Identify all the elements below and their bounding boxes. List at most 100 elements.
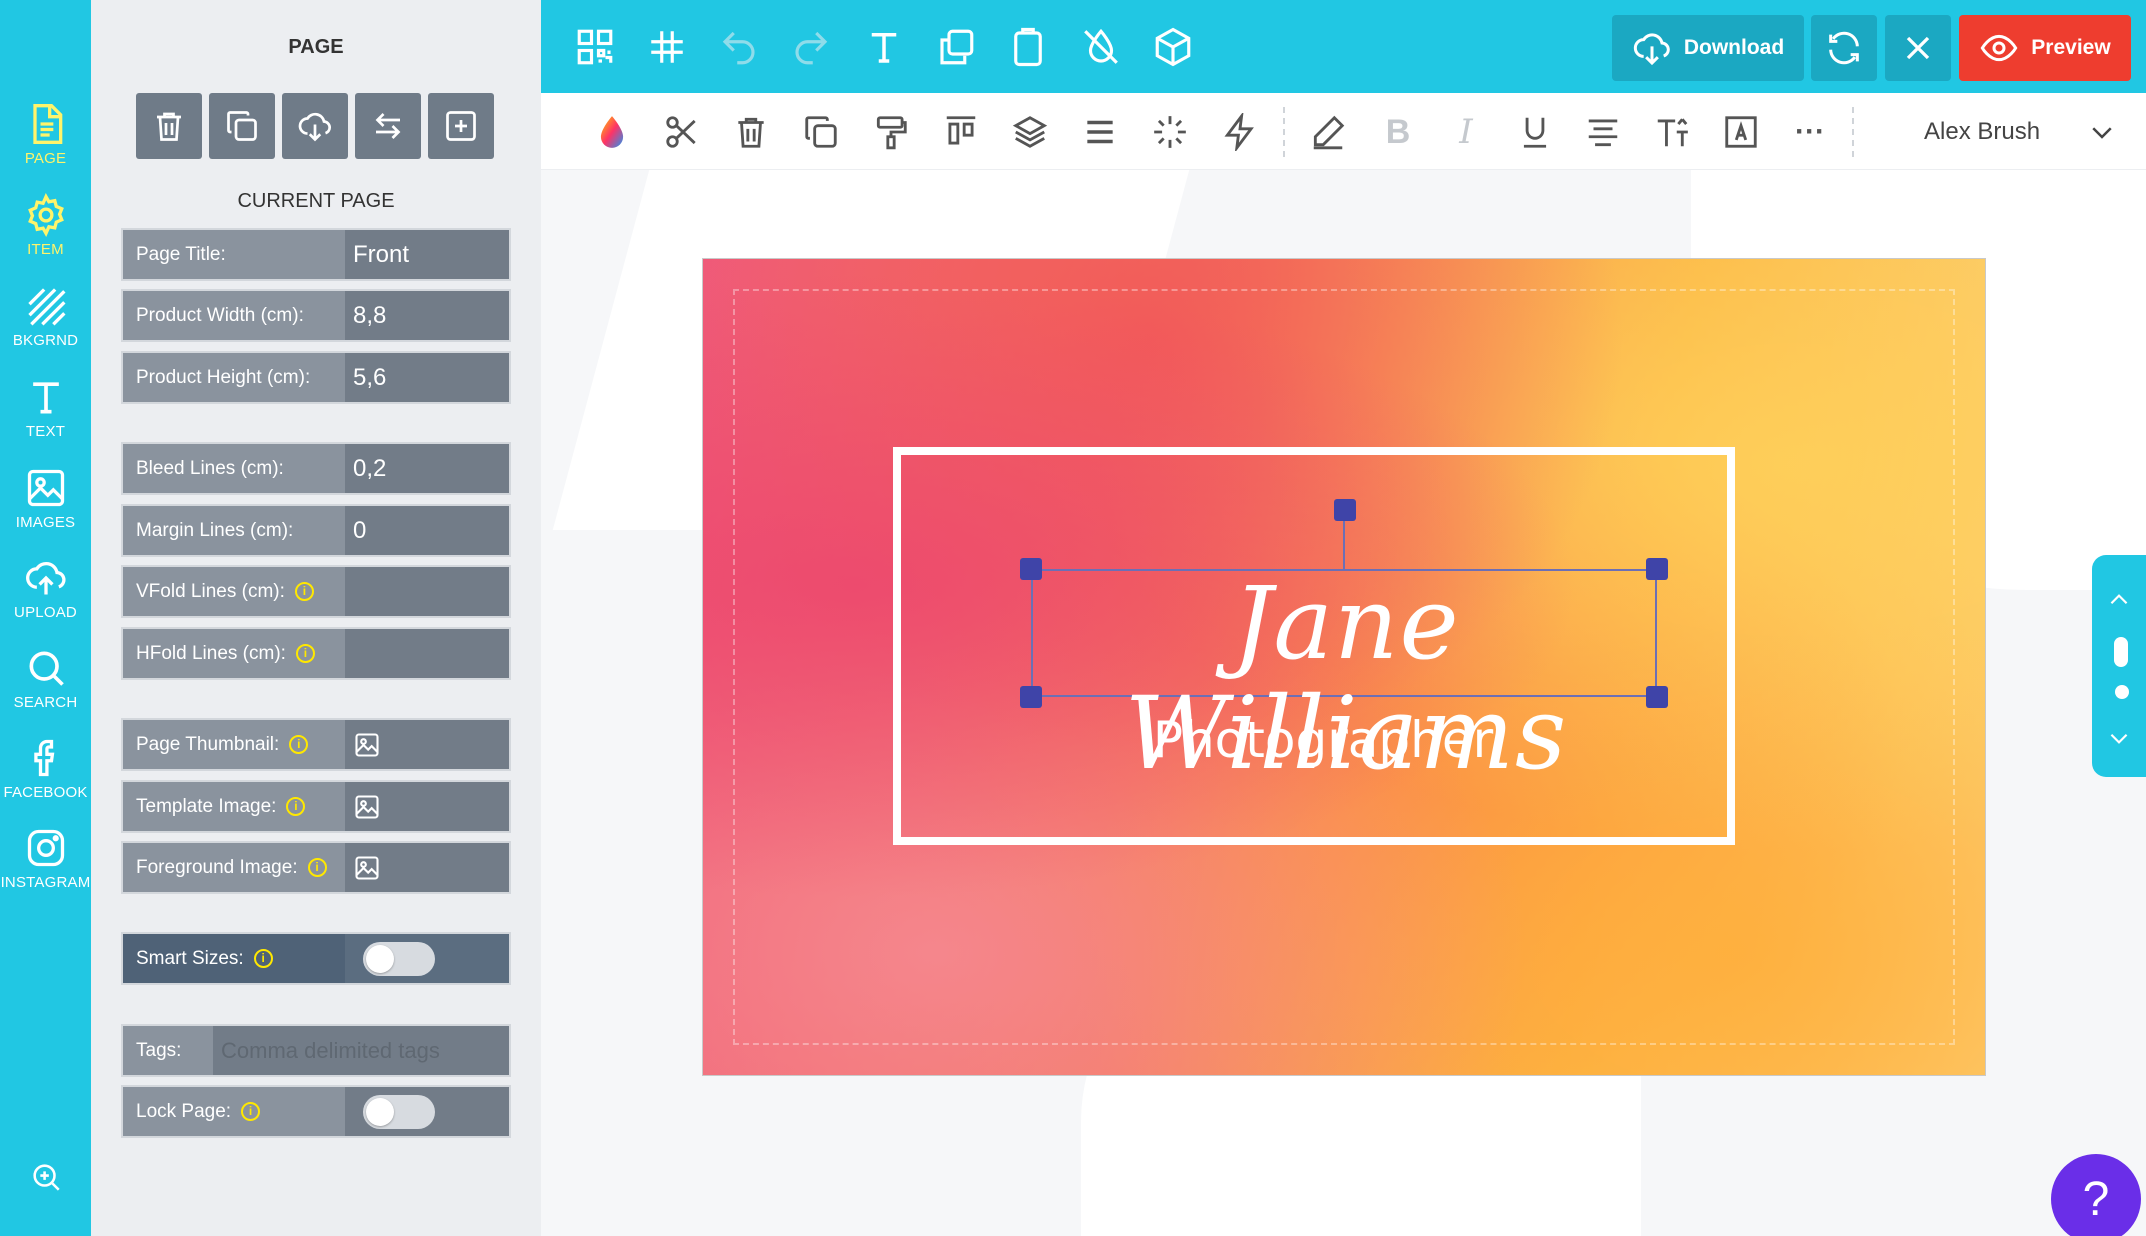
product-width-input[interactable]: 8,8 bbox=[345, 291, 509, 340]
download-button[interactable]: Download bbox=[1612, 15, 1804, 81]
rail-item-item[interactable]: ITEM bbox=[0, 193, 91, 283]
text-box-button[interactable] bbox=[1718, 109, 1764, 155]
close-button[interactable] bbox=[1885, 15, 1951, 81]
bleed-lines-input[interactable]: 0,2 bbox=[345, 444, 509, 493]
help-button[interactable]: ? bbox=[2051, 1154, 2141, 1236]
edit-text-button[interactable] bbox=[1305, 109, 1351, 155]
qr-code-button[interactable] bbox=[570, 22, 620, 72]
rail-label: IMAGES bbox=[15, 514, 76, 531]
line-spacing-button[interactable] bbox=[1077, 109, 1123, 155]
smart-sizes-toggle[interactable] bbox=[363, 941, 435, 976]
toggle-knob bbox=[366, 944, 394, 973]
add-shape-button[interactable] bbox=[931, 22, 981, 72]
quick-action-button[interactable] bbox=[1217, 109, 1263, 155]
rail-item-background[interactable]: BKGRND bbox=[0, 284, 91, 374]
template-image-picker[interactable] bbox=[345, 782, 509, 831]
foreground-image-picker[interactable] bbox=[345, 843, 509, 892]
3d-box-button[interactable] bbox=[1148, 22, 1198, 72]
delete-page-button[interactable] bbox=[136, 93, 202, 159]
no-drop-button[interactable] bbox=[1076, 22, 1126, 72]
lock-page-field: Lock Page: i bbox=[121, 1085, 511, 1138]
add-text-button[interactable] bbox=[859, 22, 909, 72]
text-size-button[interactable] bbox=[1649, 109, 1695, 155]
download-page-button[interactable] bbox=[282, 93, 348, 159]
redo-button[interactable] bbox=[786, 22, 836, 72]
scroll-thumb[interactable] bbox=[2114, 637, 2128, 667]
layers-icon bbox=[1012, 116, 1048, 148]
info-icon[interactable]: i bbox=[307, 858, 327, 877]
page-title-input[interactable]: Front bbox=[345, 230, 509, 279]
hfold-lines-field: HFold Lines (cm): i bbox=[121, 627, 511, 680]
rail-item-search[interactable]: SEARCH bbox=[0, 646, 91, 736]
scroll-dot[interactable] bbox=[2115, 685, 2129, 699]
align-top-button[interactable] bbox=[938, 109, 984, 155]
vfold-lines-input[interactable] bbox=[345, 567, 509, 616]
page-title-field: Page Title: Front bbox=[121, 228, 511, 281]
toolbar-separator bbox=[1283, 107, 1285, 157]
info-icon[interactable]: i bbox=[289, 735, 309, 754]
rail-item-images[interactable]: IMAGES bbox=[0, 466, 91, 556]
duplicate-page-button[interactable] bbox=[209, 93, 275, 159]
rail-item-page[interactable]: PAGE bbox=[0, 102, 91, 192]
info-icon[interactable]: i bbox=[241, 1102, 261, 1121]
page-thumbnail-picker[interactable] bbox=[345, 720, 509, 769]
italic-button[interactable]: I bbox=[1443, 109, 1489, 155]
more-button[interactable]: ··· bbox=[1787, 109, 1833, 155]
refresh-button[interactable] bbox=[1811, 15, 1877, 81]
grid-button[interactable] bbox=[642, 22, 692, 72]
rail-item-facebook[interactable]: FACEBOOK bbox=[0, 736, 91, 826]
font-select[interactable]: Alex Brush bbox=[1881, 106, 2131, 158]
layers-button[interactable] bbox=[1007, 109, 1053, 155]
panel-title: PAGE bbox=[288, 36, 344, 58]
chevron-down-icon[interactable] bbox=[2106, 725, 2132, 751]
product-width-field: Product Width (cm): 8,8 bbox=[121, 289, 511, 342]
chevron-up-icon[interactable] bbox=[2106, 587, 2132, 613]
page-thumbnail-field: Page Thumbnail: i bbox=[121, 718, 511, 771]
stripes-icon bbox=[27, 288, 66, 326]
underline-button[interactable] bbox=[1512, 109, 1558, 155]
effects-button[interactable] bbox=[1147, 109, 1193, 155]
smart-sizes-label-wrap: Smart Sizes: i bbox=[123, 934, 345, 983]
left-nav-rail: PAGE ITEM BKGRND TEXT IMAGES UPLOAD SEAR… bbox=[0, 0, 91, 1236]
rail-item-upload[interactable]: UPLOAD bbox=[0, 556, 91, 646]
align-center-button[interactable] bbox=[1580, 109, 1626, 155]
preview-label: Preview bbox=[2031, 36, 2111, 59]
instagram-icon bbox=[27, 829, 64, 867]
image-icon bbox=[27, 469, 64, 507]
color-button[interactable] bbox=[589, 109, 635, 155]
info-icon[interactable]: i bbox=[286, 797, 306, 816]
facebook-icon bbox=[33, 739, 54, 777]
delete-item-button[interactable] bbox=[728, 109, 774, 155]
info-icon[interactable]: i bbox=[295, 644, 315, 663]
info-icon[interactable]: i bbox=[253, 949, 273, 968]
business-card-canvas[interactable]: Jane Williams Photographer bbox=[702, 258, 1986, 1076]
preview-button[interactable]: Preview bbox=[1959, 15, 2131, 81]
tags-input[interactable] bbox=[213, 1026, 509, 1075]
line-spacing-icon bbox=[1087, 120, 1113, 144]
bold-button[interactable]: B bbox=[1375, 109, 1421, 155]
margin-lines-input[interactable]: 0 bbox=[345, 506, 509, 555]
bold-icon: B bbox=[1385, 112, 1411, 151]
page-icon bbox=[32, 104, 62, 144]
rail-item-instagram[interactable]: INSTAGRAM bbox=[0, 826, 91, 916]
product-height-input[interactable]: 5,6 bbox=[345, 353, 509, 402]
cut-button[interactable] bbox=[659, 109, 705, 155]
template-image-label: Template Image: bbox=[136, 795, 277, 817]
rotate-handle[interactable] bbox=[1334, 499, 1356, 521]
cloud-download-icon bbox=[1633, 33, 1670, 66]
swap-page-button[interactable] bbox=[355, 93, 421, 159]
info-icon[interactable]: i bbox=[294, 582, 314, 601]
rail-label: ITEM bbox=[27, 241, 64, 258]
copy-item-button[interactable] bbox=[798, 109, 844, 155]
rail-item-text[interactable]: TEXT bbox=[0, 375, 91, 465]
page-scroller bbox=[2092, 555, 2146, 777]
hfold-lines-input[interactable] bbox=[345, 629, 509, 678]
clipboard-button[interactable] bbox=[1003, 22, 1053, 72]
undo-button[interactable] bbox=[714, 22, 764, 72]
zoom-in-button[interactable] bbox=[0, 1160, 91, 1204]
smart-sizes-cell bbox=[345, 934, 509, 983]
card-subtitle-text[interactable]: Photographer bbox=[893, 711, 1753, 769]
format-painter-button[interactable] bbox=[868, 109, 914, 155]
add-page-button[interactable] bbox=[428, 93, 494, 159]
lock-page-toggle[interactable] bbox=[363, 1094, 435, 1129]
